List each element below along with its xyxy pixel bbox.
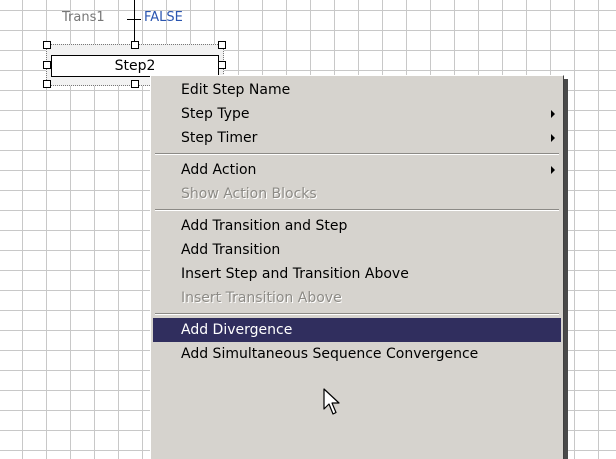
menu-item-insert-step-and-transition-above[interactable]: Insert Step and Transition Above <box>153 262 561 286</box>
menu-item-add-transition-and-step[interactable]: Add Transition and Step <box>153 214 561 238</box>
menu-item-label: Insert Step and Transition Above <box>181 266 409 282</box>
selection-handle-top-center[interactable] <box>131 41 139 49</box>
selection-handle-mid-left[interactable] <box>43 61 51 69</box>
menu-item-label: Add Divergence <box>181 322 293 338</box>
menu-item-show-action-blocks: Show Action Blocks <box>153 182 561 206</box>
menu-item-label: Add Action <box>181 162 257 178</box>
step-box[interactable]: Step2 <box>51 55 219 77</box>
menu-item-add-action[interactable]: Add Action <box>153 158 561 182</box>
selection-handle-top-right[interactable] <box>218 41 226 49</box>
selection-handle-bottom-left[interactable] <box>43 80 51 88</box>
submenu-arrow-icon <box>551 134 555 142</box>
menu-item-step-type[interactable]: Step Type <box>153 102 561 126</box>
step-name: Step2 <box>114 58 156 74</box>
menu-separator <box>153 310 561 318</box>
menu-separator <box>153 206 561 214</box>
menu-item-label: Add Transition <box>181 242 281 258</box>
selection-handle-top-left[interactable] <box>43 41 51 49</box>
transition-name[interactable]: Trans1 <box>62 10 105 25</box>
submenu-arrow-icon <box>551 110 555 118</box>
connector-line-top <box>134 0 135 19</box>
menu-item-insert-transition-above: Insert Transition Above <box>153 286 561 310</box>
menu-item-label: Step Timer <box>181 130 258 146</box>
menu-item-label: Insert Transition Above <box>181 290 342 306</box>
menu-item-add-divergence[interactable]: Add Divergence <box>153 318 561 342</box>
menu-item-label: Add Simultaneous Sequence Convergence <box>181 346 479 362</box>
selection-handle-bottom-center[interactable] <box>131 80 139 88</box>
menu-item-add-simultaneous-sequence-convergence[interactable]: Add Simultaneous Sequence Convergence <box>153 342 561 366</box>
menu-item-edit-step-name[interactable]: Edit Step Name <box>153 78 561 102</box>
arrow-pointer-icon <box>323 388 340 415</box>
menu-item-step-timer[interactable]: Step Timer <box>153 126 561 150</box>
menu-item-add-transition[interactable]: Add Transition <box>153 238 561 262</box>
context-menu: Edit Step Name Step Type Step Timer Add Act… <box>150 75 564 459</box>
menu-item-label: Add Transition and Step <box>181 218 348 234</box>
menu-separator <box>153 150 561 158</box>
submenu-arrow-icon <box>551 166 555 174</box>
context-menu-items: Edit Step Name Step Type Step Timer Add Act… <box>153 78 561 459</box>
transition-condition[interactable]: FALSE <box>144 10 183 25</box>
menu-item-label: Step Type <box>181 106 250 122</box>
menu-item-label: Show Action Blocks <box>181 186 317 202</box>
menu-item-label: Edit Step Name <box>181 82 291 98</box>
selection-handle-mid-right[interactable] <box>218 61 226 69</box>
